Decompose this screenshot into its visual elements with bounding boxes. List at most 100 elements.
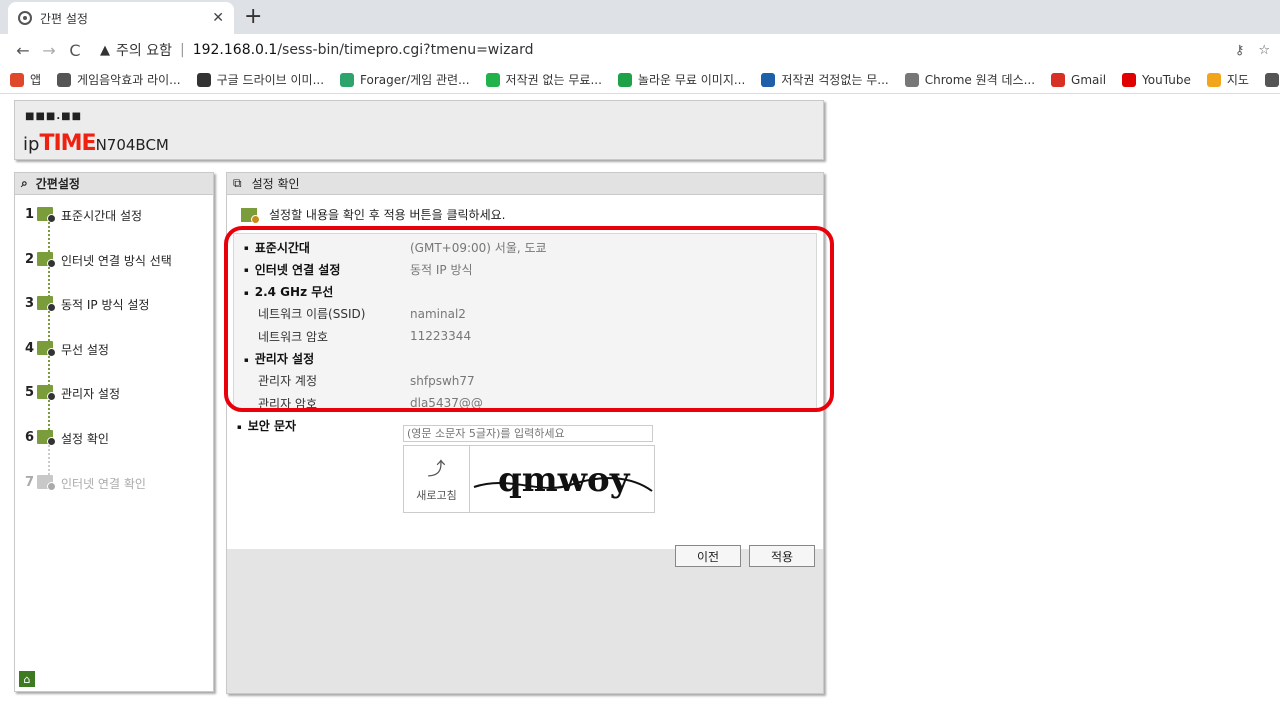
step-icon <box>37 251 56 268</box>
gmail-icon <box>1051 72 1066 87</box>
px-icon <box>617 72 632 87</box>
step-number: 2 <box>25 251 35 267</box>
globe-icon <box>18 11 32 25</box>
wizard-steps: 1 표준시간대 설정 2 인터넷 연결 방식 선택 3 동적 IP 방식 설정 4 무선 설정… <box>15 195 213 519</box>
back-button[interactable]: ← <box>10 41 36 60</box>
wizard-step[interactable]: 2 인터넷 연결 방식 선택 <box>25 251 213 297</box>
globe-icon <box>1264 72 1279 87</box>
bookmark-item[interactable]: 지도 <box>1206 71 1249 88</box>
remote-desktop-icon <box>904 72 919 87</box>
step-label: 무선 설정 <box>61 342 109 357</box>
wizard-step[interactable]: 5 관리자 설정 <box>25 385 213 431</box>
star-icon[interactable]: ☆ <box>1258 43 1270 58</box>
wizard-step[interactable]: 4 무선 설정 <box>25 340 213 386</box>
step-label: 설정 확인 <box>61 431 109 446</box>
bookmark-item[interactable]: 구글 드라이브 이미... <box>196 71 324 88</box>
url-host[interactable]: 192.168.0.1 <box>193 42 278 58</box>
close-tab-icon[interactable]: ✕ <box>212 10 224 26</box>
captcha-input[interactable] <box>403 425 653 442</box>
bookmark-item[interactable]: Chrome 원격 데스... <box>904 71 1035 88</box>
forager-icon <box>340 72 355 87</box>
iptime-logo: ipTIMEN704BCM <box>23 131 169 156</box>
tab-strip: 간편 설정 ✕ + <box>0 0 1280 34</box>
step-number: 6 <box>25 429 35 445</box>
key-icon[interactable]: ⚷ <box>1235 43 1245 58</box>
step-icon <box>37 429 56 446</box>
summary-value: (GMT+09:00) 서울, 도쿄 <box>410 240 547 255</box>
step-icon <box>37 296 56 313</box>
address-bar-row: ← → C ▲ 주의 요함 | 192.168.0.1/sess-bin/tim… <box>0 34 1280 66</box>
logo-ip: ip <box>23 134 40 155</box>
step-label: 관리자 설정 <box>61 387 121 402</box>
bookmark-item[interactable]: 저작권 없는 무료... <box>485 71 602 88</box>
home-icon[interactable]: ⌂ <box>19 671 35 687</box>
step-label: 동적 IP 방식 설정 <box>61 298 150 313</box>
logo-dots: ■■■.■■ <box>25 111 83 122</box>
bookmark-label: 놀라운 무료 이미지... <box>637 73 746 87</box>
captcha-label: 보안 문자 <box>237 417 296 434</box>
wizard-sidebar: ⌕ 간편설정 1 표준시간대 설정 2 인터넷 연결 방식 선택 3 동적 IP 방식 설… <box>14 172 214 692</box>
step-number: 7 <box>25 474 35 490</box>
sidebar-header: ⌕ 간편설정 <box>15 173 213 195</box>
url-bar[interactable]: ▲ 주의 요함 | 192.168.0.1/sess-bin/timepro.c… <box>100 40 1235 60</box>
url-path[interactable]: /sess-bin/timepro.cgi?tmenu=wizard <box>277 42 533 58</box>
captcha-refresh-button[interactable]: ⤴ 새로고침 <box>404 446 470 512</box>
bookmark-item[interactable]: 새 <box>1264 71 1280 88</box>
security-label[interactable]: 주의 요함 <box>116 40 172 60</box>
bookmark-item[interactable]: YouTube <box>1122 72 1191 87</box>
warning-icon[interactable]: ▲ <box>100 43 110 58</box>
refresh-label: 새로고침 <box>416 489 457 502</box>
main-header: ⧉ 설정 확인 <box>227 173 823 195</box>
wizard-step: 7 인터넷 연결 확인 <box>25 474 213 520</box>
step-number: 5 <box>25 385 35 401</box>
summary-value: 동적 IP 방식 <box>410 262 473 277</box>
summary-row: 관리자 설정 <box>234 348 814 370</box>
new-tab-button[interactable]: + <box>244 4 262 29</box>
bookmark-label: 저작권 없는 무료... <box>505 73 602 87</box>
address-bar-actions: ⚷ ☆ <box>1235 43 1270 58</box>
summary-value: dla5437@@ <box>410 396 483 411</box>
wizard-step[interactable]: 6 설정 확인 <box>25 429 213 475</box>
bookmark-item[interactable]: 앱 <box>10 71 41 88</box>
summary-label: 인터넷 연결 설정 <box>244 261 341 278</box>
summary-value: naminal2 <box>410 306 466 321</box>
bookmark-item[interactable]: 저작권 걱정없는 무... <box>761 71 889 88</box>
captcha-svg: qmwoy <box>473 460 653 500</box>
maps-pin-icon <box>1206 72 1221 87</box>
prev-button[interactable]: 이전 <box>675 545 741 567</box>
dots-icon <box>196 72 211 87</box>
summary-label: 표준시간대 <box>244 239 310 256</box>
wizard-step[interactable]: 1 표준시간대 설정 <box>25 207 213 252</box>
router-header: ■■■.■■ ipTIMEN704BCM <box>14 100 824 160</box>
youtube-icon <box>1122 72 1137 87</box>
bookmark-label: 지도 <box>1226 73 1249 87</box>
bookmarks-bar: 앱 게임음악효과 라이... 구글 드라이브 이미... Forager/게임 관련.… <box>0 66 1280 94</box>
step-label: 인터넷 연결 확인 <box>61 476 146 491</box>
m-icon <box>761 72 776 87</box>
summary-label: 관리자 설정 <box>244 350 314 367</box>
copy-window-icon: ⧉ <box>233 176 242 190</box>
bookmark-item[interactable]: Forager/게임 관련... <box>340 71 470 88</box>
bookmark-item[interactable]: 게임음악효과 라이... <box>57 71 181 88</box>
forward-button[interactable]: → <box>36 41 62 60</box>
bookmark-item[interactable]: Gmail <box>1051 72 1106 87</box>
step-connector <box>48 444 50 475</box>
main-title: 설정 확인 <box>251 177 300 191</box>
model-name: N704BCM <box>95 136 169 154</box>
bookmark-label: YouTube <box>1142 72 1191 87</box>
browser-tab[interactable]: 간편 설정 ✕ <box>8 2 234 34</box>
bookmark-label: 앱 <box>30 73 42 87</box>
summary-value: shfpswh77 <box>410 373 475 388</box>
reload-button[interactable]: C <box>62 41 88 60</box>
chat-icon <box>485 72 500 87</box>
wizard-step[interactable]: 3 동적 IP 방식 설정 <box>25 296 213 342</box>
step-number: 1 <box>25 207 35 222</box>
bookmark-item[interactable]: 놀라운 무료 이미지... <box>617 71 746 88</box>
apps-grid-icon <box>10 72 24 87</box>
apply-button[interactable]: 적용 <box>749 545 815 567</box>
settings-check-icon <box>241 207 260 224</box>
summary-label: 관리자 암호 <box>258 396 318 411</box>
step-label: 인터넷 연결 방식 선택 <box>61 253 172 268</box>
url-separator: | <box>179 42 185 58</box>
refresh-icon: ⤴ <box>427 459 446 480</box>
